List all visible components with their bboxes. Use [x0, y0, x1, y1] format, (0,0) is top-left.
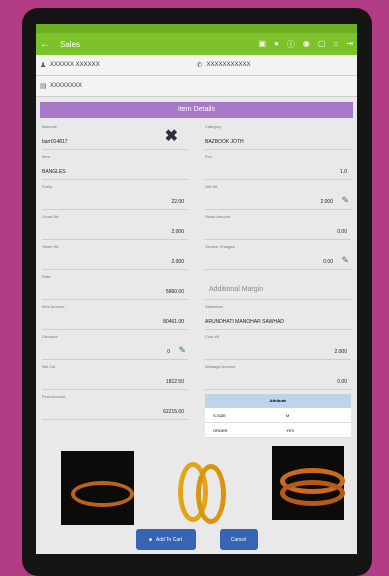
wastage-amount-field[interactable]: Wastage Amount 0.00 [205, 362, 351, 390]
person-icon[interactable]: ● [274, 39, 279, 50]
additional-margin-input[interactable]: Additional Margin [205, 272, 351, 300]
screen: ← Sales ▣ ● ⓘ ◉ ▢ ⌂ ⇥ ♟ XXXXXX XXXXXX ✆ … [36, 24, 357, 554]
logout-icon[interactable]: ⇥ [346, 39, 353, 50]
net-cst-field[interactable]: Net Cst 1812.50 [42, 362, 188, 390]
copy-icon[interactable]: ▢ [318, 39, 326, 50]
home-icon[interactable]: ⌂ [333, 39, 338, 50]
rate-field[interactable]: Rate 5860.00 [42, 272, 188, 300]
product-photo[interactable] [176, 460, 226, 524]
category-field[interactable]: Category BAZBOOK JOTH [205, 122, 351, 150]
final-amount-field[interactable]: Final Amount 62215.00 [42, 392, 188, 420]
calendar-icon[interactable]: ▣ [259, 39, 267, 50]
customer-code: XXXXXXXX [50, 83, 83, 89]
discount-field[interactable]: Discount 0 ✎ [42, 332, 188, 360]
service-charges-field[interactable]: Service Charges 0.00 ✎ [205, 242, 351, 270]
table-row: ORDER YES [205, 423, 351, 438]
cancel-button[interactable]: Cancel [219, 529, 258, 550]
gross-wt-field[interactable]: Gross Wt 2.000 [42, 212, 188, 240]
scan-icon[interactable]: ✖ [165, 126, 178, 146]
table-row: S-SIZE M [205, 408, 351, 423]
barcode-field[interactable]: Barcode barr014817 ✖ [42, 122, 188, 150]
customer-name: XXXXXX XXXXXX [50, 62, 100, 68]
status-bar [36, 24, 357, 33]
net-wt-field[interactable]: Net Wt 2.000 ✎ [205, 182, 351, 210]
product-photo[interactable] [272, 446, 345, 520]
person-icon: ♟ [40, 62, 47, 69]
item-field[interactable]: Item BANGLES [42, 152, 188, 180]
customer-panel: ♟ XXXXXX XXXXXX ✆ XXXXXXXXXXX ▤ XXXXXXXX [36, 55, 357, 97]
cost-wt-field[interactable]: Cost Wt 2.000 [205, 332, 351, 360]
edit-pencil-icon[interactable]: ✎ [341, 255, 349, 266]
item-amount-field[interactable]: Item Amount 80461.00 [42, 302, 188, 330]
edit-pencil-icon[interactable]: ✎ [178, 345, 186, 356]
id-card-icon: ▤ [40, 83, 47, 90]
info-icon[interactable]: ⓘ [287, 39, 295, 50]
attribute-table: Attribute S-SIZE M ORDER YES [205, 394, 351, 438]
phone-icon: ✆ [196, 62, 203, 69]
customer-phone: XXXXXXXXXXX [206, 62, 251, 68]
product-photo[interactable] [61, 451, 134, 525]
edit-pencil-icon[interactable]: ✎ [341, 195, 349, 206]
add-to-cart-button[interactable]: ■ Add To Cart [135, 529, 196, 550]
app-title: Sales [60, 39, 81, 49]
attribute-header: Attribute [205, 394, 351, 408]
section-header: Item Details [40, 102, 353, 118]
stone-wt-field[interactable]: Stone Wt 2.000 [42, 242, 188, 270]
purity-field[interactable]: Purity 22.00 [42, 182, 188, 210]
pcs-field[interactable]: Pcs 1.0 [205, 152, 351, 180]
right-column: Category BAZBOOK JOTH Pcs 1.0 Net Wt 2.000 … [205, 122, 351, 438]
left-column: Barcode barr014817 ✖ Item BANGLES Purity 2… [42, 122, 188, 438]
product-images [36, 446, 357, 526]
cart-icon[interactable]: ◉ [303, 39, 310, 50]
stone-amount-field[interactable]: Stone Amount 0.00 [205, 212, 351, 240]
cart-icon: ■ [148, 536, 152, 543]
app-bar: ← Sales ▣ ● ⓘ ◉ ▢ ⌂ ⇥ [36, 33, 357, 55]
back-arrow-icon[interactable]: ← [40, 39, 50, 50]
salesman-field[interactable]: Salesman ARUNDHATI MANOHAR SAWHAD [205, 302, 351, 330]
